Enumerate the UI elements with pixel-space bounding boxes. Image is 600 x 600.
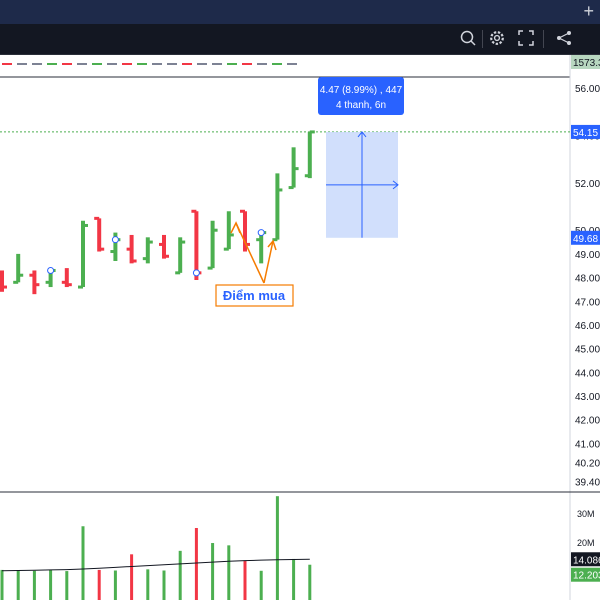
price-tick-label: 48.00 [575,274,600,285]
volume-bar [194,527,198,600]
volume-bar [32,570,36,600]
measure-label-line2: 4 thanh, 6n [336,100,386,111]
volume-bar [16,570,20,600]
mini-bar [2,63,12,65]
volume-bar [97,569,101,600]
window-title-bar: + [0,0,600,24]
volume-last-badge: 12.203 [571,567,600,582]
volume-last-badge-text: 12.203 [573,571,600,582]
reference-price-badge: 49.68 [571,230,600,245]
mini-bar [92,63,102,65]
settings-icon[interactable] [487,29,507,49]
volume-bar [178,550,182,600]
mini-bar [257,63,267,65]
volume-bar [211,543,215,600]
volume-bar [227,545,231,600]
mini-bar [287,63,297,65]
annotation-arrowhead [230,221,241,234]
price-tick-label: 39.40 [575,477,600,488]
bar-marker [47,266,55,274]
price-tick-label: 40.20 [575,458,600,469]
volume-bar [259,570,263,600]
mini-bar [272,63,282,65]
price-tick-label: 49.00 [575,250,600,261]
annotation-label: Điểm mua [223,288,286,303]
bar-marker [111,236,119,244]
mini-bar [137,63,147,65]
price-tick-label: 45.00 [575,345,600,356]
price-tick-label: 41.00 [575,439,600,450]
current-price-badge-text: 54.15 [573,128,598,139]
mini-bar [152,63,162,65]
price-tick-label: 52.00 [575,179,600,190]
mini-bar [212,63,222,65]
mini-bar [77,63,87,65]
mini-bar [122,63,132,65]
mini-bar [107,63,117,65]
mini-bar [242,63,252,65]
toolbar-divider [543,30,544,48]
volume-bar [0,569,4,600]
price-chart[interactable]: 56.0054.0052.0050.0049.0048.0047.0046.00… [0,55,600,600]
volume-ma-badge: 14.086 [571,552,600,567]
mini-bar [32,63,42,65]
mini-bar [17,63,27,65]
price-tick-label: 42.00 [575,416,600,427]
measure-label[interactable]: 4.47 (8.99%) , 447 4 thanh, 6n [318,77,404,115]
top-price-badge: 1573.3 [571,55,600,69]
volume-bar [65,571,69,600]
volume-bar [162,570,166,600]
volume-bar [243,560,247,600]
mini-bar [47,63,57,65]
volume-bar [275,496,279,600]
mini-bar [227,63,237,65]
top-price-badge-text: 1573.3 [573,58,600,69]
volume-ma-badge-text: 14.086 [573,555,600,566]
mini-bar [62,63,72,65]
measure-label-line1: 4.47 (8.99%) , 447 [320,85,403,96]
price-tick-label: 47.00 [575,297,600,308]
volume-bar [308,564,312,600]
chart-toolbar [0,24,600,55]
current-price-badge: 54.15 [571,124,600,139]
mini-bar [167,63,177,65]
zoom-icon[interactable] [458,29,478,49]
mini-bar [182,63,192,65]
toolbar-divider [482,30,483,48]
price-tick-label: 46.00 [575,321,600,332]
volume-tick-label: 20M [577,538,595,548]
mini-bar [197,63,207,65]
volume-bar [130,554,134,600]
reference-price-badge-text: 49.68 [573,234,598,245]
annotation-callout[interactable]: Điểm mua [215,284,294,307]
price-tick-label: 43.00 [575,392,600,403]
volume-bar [49,569,53,600]
volume-bar [292,558,296,600]
share-icon[interactable] [554,29,574,49]
add-tab-icon[interactable]: + [583,1,594,21]
volume-bar [146,569,150,600]
bar-marker [257,229,265,237]
bar-marker [192,269,200,277]
price-tick-label: 56.00 [575,84,600,95]
volume-bar [81,526,85,600]
volume-ma-line [1,558,310,572]
volume-bar [113,570,117,600]
price-tick-label: 44.00 [575,368,600,379]
fullscreen-icon[interactable] [516,29,536,49]
volume-tick-label: 30M [577,509,595,519]
